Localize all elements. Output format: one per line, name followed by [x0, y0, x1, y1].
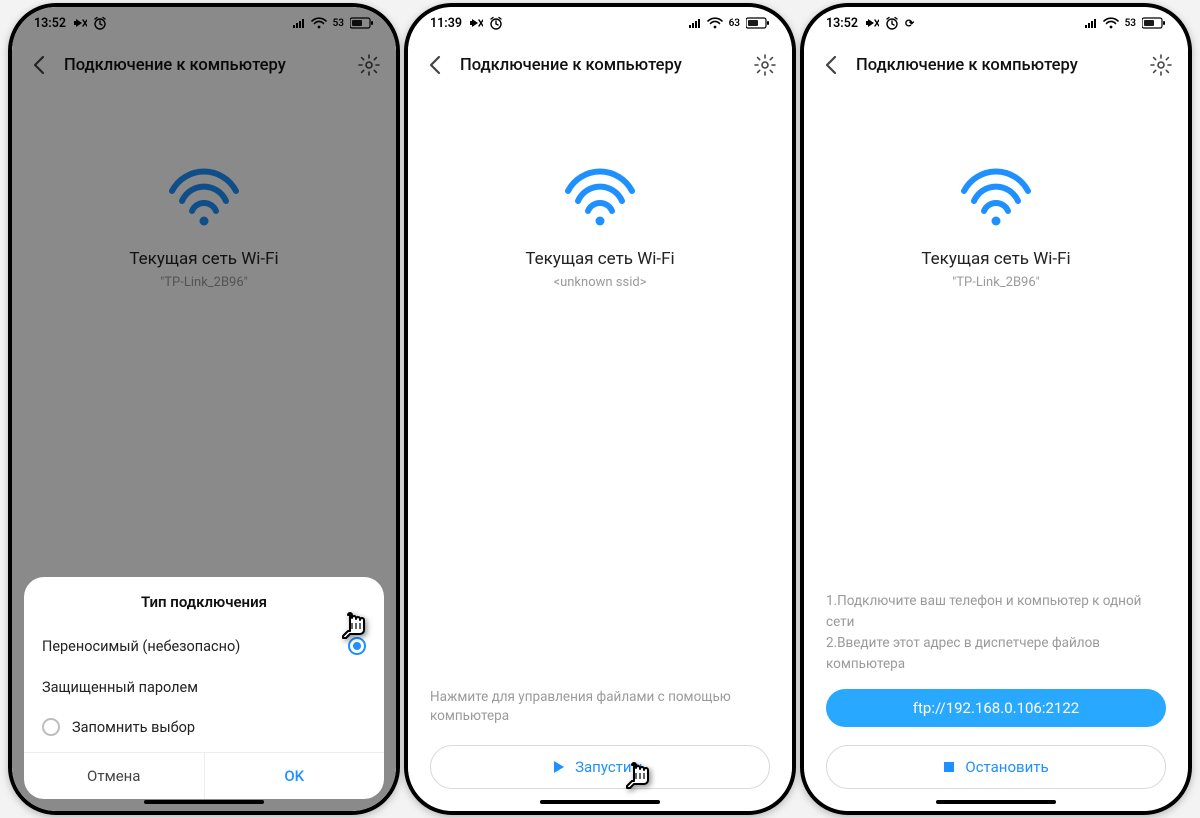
option-portable[interactable]: Переносимый (небезопасно): [24, 625, 384, 667]
remember-row[interactable]: Запомнить выбор: [24, 708, 384, 752]
ok-button[interactable]: OK: [205, 753, 385, 799]
back-button[interactable]: [422, 52, 448, 78]
wifi-status-icon: [707, 16, 723, 30]
phone-2: 11:39 63 Подключение к компьютеру Текуща…: [404, 3, 796, 815]
battery-icon: [746, 17, 770, 29]
page-title: Подключение к компьютеру: [856, 56, 1136, 75]
stop-button-label: Остановить: [965, 758, 1048, 776]
home-indicator[interactable]: [936, 800, 1056, 804]
option-secure[interactable]: Защищенный паролем: [24, 667, 384, 708]
status-bar: 13:52 ⟳ 53: [804, 7, 1188, 39]
mute-icon: [468, 17, 483, 29]
wifi-status-icon: [1103, 16, 1119, 30]
ftp-address[interactable]: ftp://192.168.0.106:2122: [826, 689, 1166, 727]
signal-icon: [1085, 17, 1097, 29]
dialog-title: Тип подключения: [24, 593, 384, 611]
remember-checkbox[interactable]: [42, 718, 60, 736]
wifi-block: Текущая сеть Wi-Fi "TP-Link_2B96": [921, 167, 1070, 290]
wifi-label: Текущая сеть Wi-Fi: [921, 249, 1070, 269]
status-time: 13:52: [826, 16, 858, 31]
play-icon: [553, 760, 565, 774]
gear-icon[interactable]: [752, 52, 778, 78]
status-time: 11:39: [430, 16, 462, 31]
signal-icon: [689, 17, 701, 29]
alarm-icon: [489, 16, 503, 30]
instruction-line-1: 1.Подключите ваш телефон и компьютер к о…: [826, 591, 1166, 633]
wifi-icon: [960, 167, 1032, 229]
option-portable-label: Переносимый (небезопасно): [42, 638, 240, 655]
instruction-line-2: 2.Введите этот адрес в диспетчере файлов…: [826, 633, 1166, 675]
app-bar: Подключение к компьютеру: [804, 39, 1188, 91]
option-secure-label: Защищенный паролем: [42, 679, 198, 696]
phone-3: 13:52 ⟳ 53 Подключение к компьютеру Теку…: [800, 3, 1192, 815]
app-bar: Подключение к компьютеру: [408, 39, 792, 91]
wifi-block: Текущая сеть Wi-Fi <unknown ssid>: [525, 167, 674, 290]
page-title: Подключение к компьютеру: [460, 56, 740, 75]
wifi-ssid: "TP-Link_2B96": [921, 275, 1070, 290]
stop-button[interactable]: Остановить: [826, 745, 1166, 789]
remember-label: Запомнить выбор: [72, 719, 195, 736]
radio-portable[interactable]: [348, 637, 366, 655]
instructions: 1.Подключите ваш телефон и компьютер к о…: [826, 591, 1166, 675]
sync-icon: ⟳: [905, 17, 914, 30]
battery-percent: 63: [729, 18, 740, 29]
start-button-label: Запустить: [575, 758, 647, 776]
wifi-ssid: <unknown ssid>: [525, 275, 674, 290]
mute-icon: [864, 17, 879, 29]
phone-1: 13:52 53 Подключение к компьютеру Текуща…: [8, 3, 400, 815]
wifi-label: Текущая сеть Wi-Fi: [525, 249, 674, 269]
hint-text: Нажмите для управления файлами с помощью…: [430, 688, 770, 727]
battery-percent: 53: [1125, 18, 1136, 29]
start-button[interactable]: Запустить: [430, 745, 770, 789]
gear-icon[interactable]: [1148, 52, 1174, 78]
status-bar: 11:39 63: [408, 7, 792, 39]
stop-icon: [943, 761, 955, 773]
cancel-button[interactable]: Отмена: [24, 753, 205, 799]
back-button[interactable]: [818, 52, 844, 78]
home-indicator[interactable]: [540, 800, 660, 804]
alarm-icon: [885, 16, 899, 30]
wifi-icon: [564, 167, 636, 229]
connection-type-dialog: Тип подключения Переносимый (небезопасно…: [24, 577, 384, 799]
battery-icon: [1142, 17, 1166, 29]
